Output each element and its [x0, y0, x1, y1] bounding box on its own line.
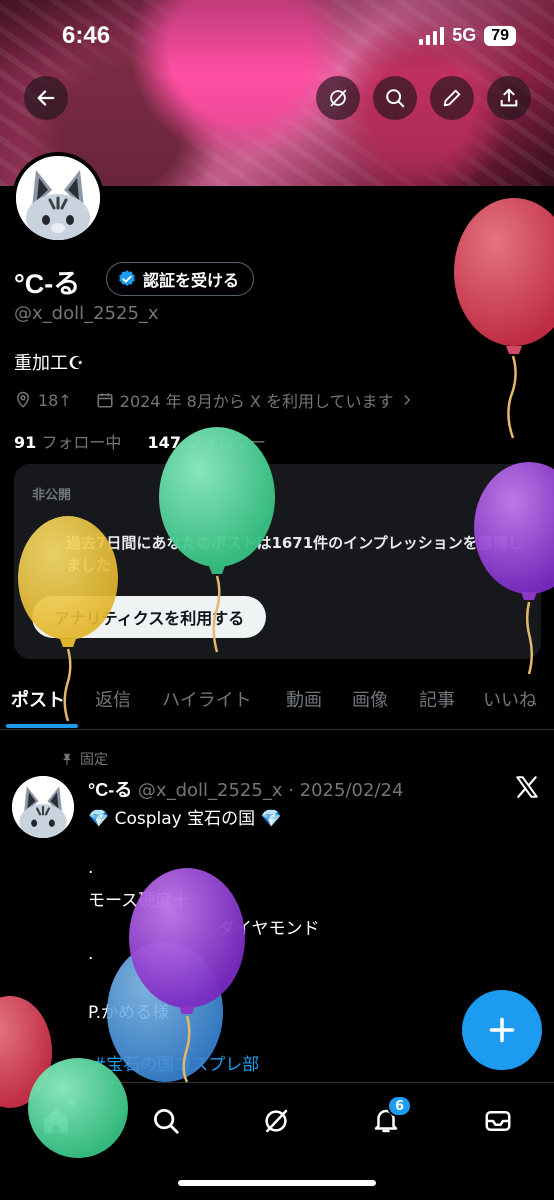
- followers-count: 147: [147, 433, 181, 452]
- follow-stats: 91 フォロー中 147 フォロワー: [14, 429, 266, 453]
- followers-label: フォロワー: [180, 433, 267, 452]
- nav-messages[interactable]: [478, 1101, 518, 1141]
- home-unread-dot: [68, 1098, 76, 1106]
- post-text-line: P.かめる様: [88, 1003, 170, 1023]
- profile-location: 18↑: [38, 390, 72, 410]
- profile-handle: @x_doll_2525_x: [14, 303, 159, 324]
- plus-icon: [489, 1017, 515, 1043]
- messages-icon: [485, 1111, 511, 1131]
- location-pin-icon: [16, 391, 30, 408]
- tab-highlights[interactable]: ハイライト: [162, 686, 252, 712]
- calendar-icon: [97, 393, 113, 408]
- post-text-line: ダイヤモンド: [218, 919, 320, 939]
- analytics-card: 非公開 過去7日間にあなたのポストは1671件のインプレッションを獲得しました …: [14, 464, 541, 659]
- profile-tabs: ポスト 返信 ハイライト 動画 画像 記事 いいね: [0, 676, 554, 730]
- profile-meta: 18↑ 2024 年 8月から X を利用しています: [14, 388, 414, 412]
- network-type: 5G: [452, 25, 477, 45]
- use-analytics-button[interactable]: アナリティクスを利用する: [32, 596, 267, 638]
- display-name: °C-る: [14, 269, 81, 299]
- pencil-icon: [443, 89, 461, 107]
- notifications-badge: 6: [386, 1095, 412, 1117]
- tab-images[interactable]: 画像: [352, 686, 388, 712]
- post-author-avatar[interactable]: [12, 776, 74, 838]
- tab-videos[interactable]: 動画: [286, 686, 322, 712]
- cat-avatar-icon: [12, 776, 74, 838]
- chevron-right-icon[interactable]: [400, 393, 414, 407]
- x-logo-icon: [514, 774, 540, 804]
- grok-icon: [265, 1109, 288, 1133]
- compose-button[interactable]: [462, 990, 542, 1070]
- cat-avatar-icon: [16, 156, 100, 240]
- profile-bio: 重加工☪︎: [14, 353, 85, 374]
- nav-search[interactable]: [146, 1101, 186, 1141]
- pinned-label: 固定: [80, 752, 108, 768]
- pinned-indicator: 固定: [60, 749, 108, 769]
- home-icon: [44, 1109, 68, 1133]
- verified-badge-icon: [119, 270, 135, 286]
- search-button[interactable]: [373, 76, 417, 120]
- home-indicator: [178, 1180, 376, 1186]
- post-author-meta: @x_doll_2525_x · 2025/02/24: [132, 780, 404, 801]
- share-button[interactable]: [487, 76, 531, 120]
- get-verified-label: 認証を受ける: [143, 271, 240, 290]
- followers-link[interactable]: 147 フォロワー: [148, 433, 267, 452]
- nav-grok[interactable]: [256, 1101, 296, 1141]
- impressions-text: 過去7日間にあなたのポストは1671件のインプレッションを獲得しました: [66, 534, 523, 574]
- status-time: 6:46: [62, 22, 111, 49]
- grok-slash-icon: [330, 89, 347, 107]
- post-header[interactable]: °C-る @x_doll_2525_x · 2025/02/24: [88, 776, 403, 802]
- tab-posts[interactable]: ポスト: [11, 686, 65, 712]
- post-text-line: モース硬度十: [88, 891, 190, 911]
- battery-level: 79: [484, 25, 516, 46]
- status-bar: 6:46 5G 79: [0, 22, 554, 52]
- back-button[interactable]: [24, 76, 68, 120]
- nav-notifications[interactable]: 6: [366, 1095, 412, 1141]
- post-text-line: .: [88, 858, 94, 878]
- profile-avatar[interactable]: [12, 152, 104, 244]
- search-icon: [154, 1109, 179, 1134]
- get-verified-button[interactable]: 認証を受ける: [106, 262, 255, 296]
- tab-replies[interactable]: 返信: [95, 686, 131, 712]
- following-count: 91: [14, 433, 37, 452]
- post-text-line: 💎 Cosplay 宝石の国 💎: [88, 809, 282, 829]
- grok-button[interactable]: [316, 76, 360, 120]
- share-icon: [500, 88, 518, 107]
- active-tab-indicator: [6, 724, 78, 728]
- profile-joined[interactable]: 2024 年 8月から X を利用しています: [120, 388, 394, 412]
- tab-articles[interactable]: 記事: [419, 686, 455, 712]
- nav-home[interactable]: [36, 1098, 76, 1141]
- post-hashtag[interactable]: #宝石の国コスプレ部: [92, 1050, 259, 1075]
- tab-likes[interactable]: いいね: [483, 686, 537, 712]
- pin-icon: [62, 753, 72, 765]
- red-balloon: [454, 198, 554, 439]
- signal-icon: [419, 26, 445, 45]
- post-text-line: .: [88, 944, 94, 964]
- private-label: 非公開: [32, 488, 72, 503]
- post-author-name: °C-る: [88, 780, 133, 800]
- following-label: フォロー中: [36, 433, 122, 452]
- edit-button[interactable]: [430, 76, 474, 120]
- following-link[interactable]: 91 フォロー中: [14, 433, 121, 452]
- arrow-left-icon: [37, 90, 55, 106]
- search-icon: [386, 89, 405, 108]
